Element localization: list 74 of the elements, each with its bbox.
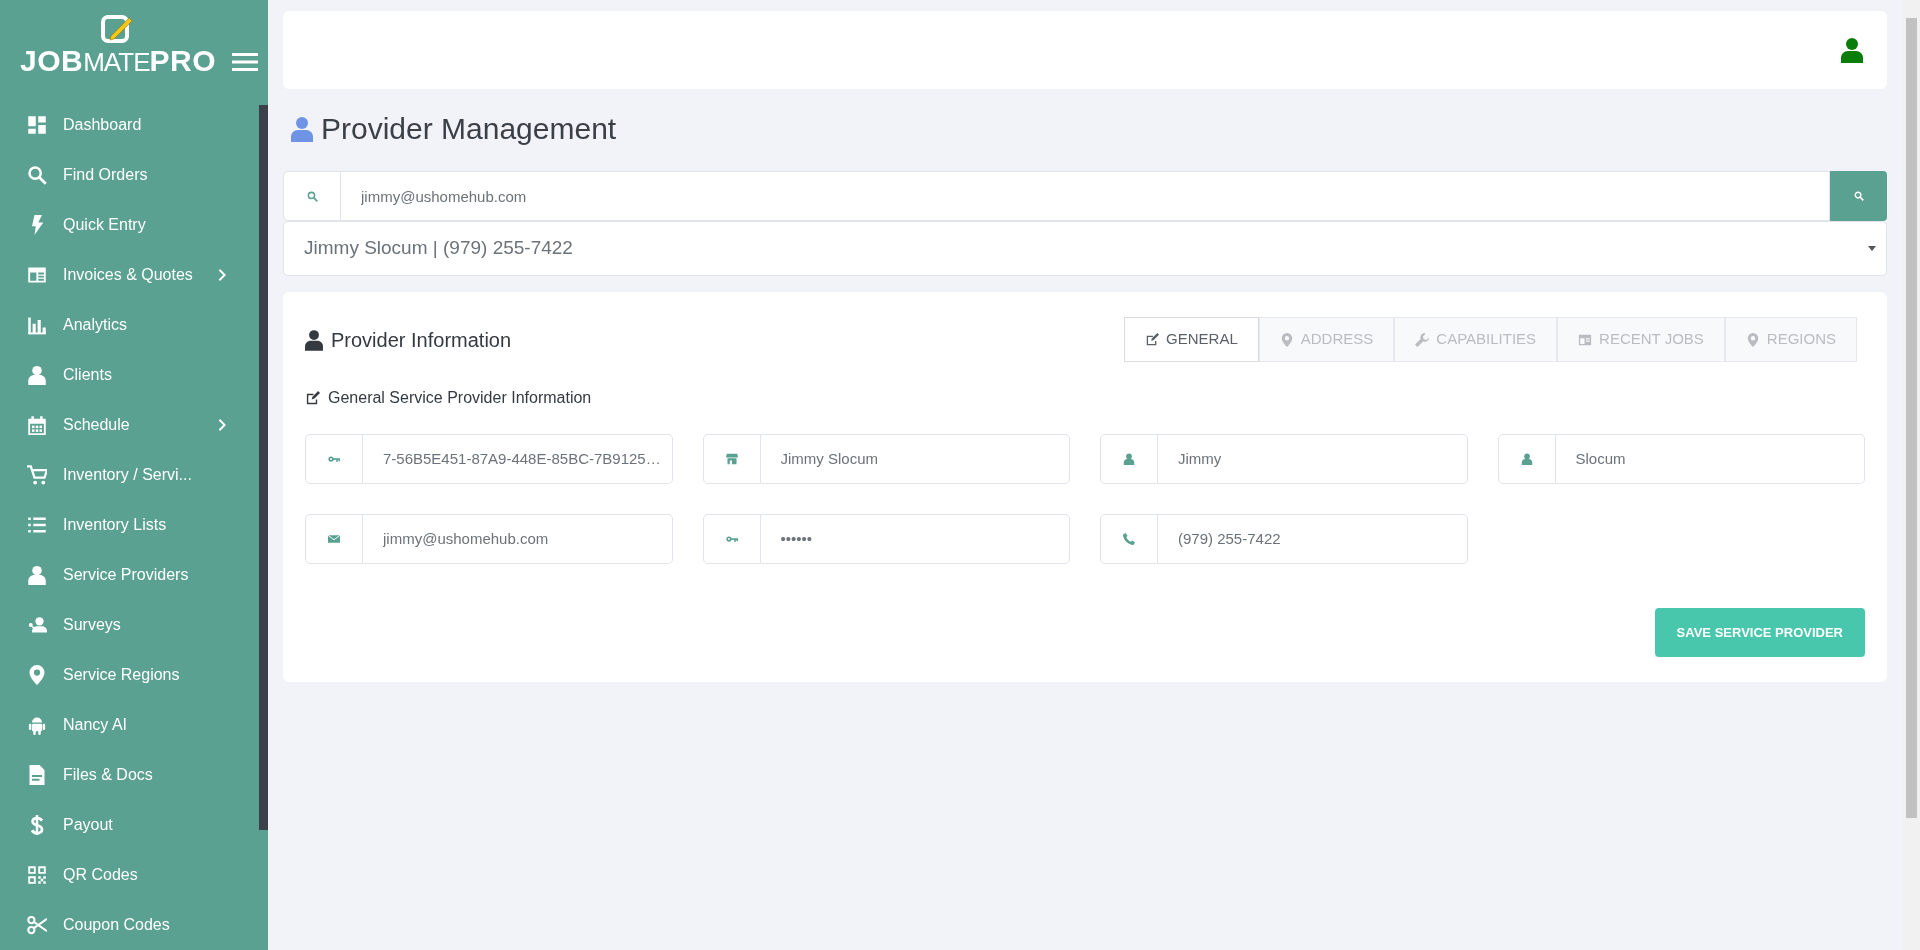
cart-icon [27,465,47,485]
sidebar-item[interactable]: Find Orders [0,150,259,200]
sidebar-item[interactable]: Service Providers [0,550,259,600]
brand-logo[interactable]: JOBMATEPRO [20,46,216,76]
sidebar-item[interactable]: Schedule [0,400,259,450]
envelope-icon [328,533,340,545]
newspaper-icon [1578,332,1593,347]
user-icon [27,565,47,585]
input-field[interactable]: (979) 255-7422 [1158,514,1468,564]
sidebar-item[interactable]: Inventory / Servi... [0,450,259,500]
search-icon [27,165,47,185]
user-icon[interactable] [1841,37,1863,63]
input-field[interactable]: jimmy@ushomehub.com [363,514,673,564]
search-icon [1853,191,1864,201]
search-icon [306,190,318,202]
caret-icon [1868,246,1876,251]
edit-icon [305,391,320,407]
sidebar-item[interactable]: QR Codes [0,850,259,900]
document-icon [27,765,47,785]
sidebar-item[interactable]: Clients [0,350,259,400]
location-pin-icon [27,665,47,685]
sidebar-item[interactable]: Service Regions [0,650,259,700]
phone-icon [1123,533,1135,545]
scrollbar[interactable] [259,105,268,830]
sidebar-item[interactable]: Nancy AI [0,700,259,750]
user-icon [305,328,323,351]
android-robot-icon [27,715,47,735]
edit-icon [1145,332,1160,347]
sidebar-item[interactable]: Surveys [0,600,259,650]
input-field[interactable]: Jimmy [1158,434,1468,484]
bar-chart-icon [27,315,47,335]
card-title: Provider Information [331,327,512,353]
sidebar-item[interactable]: Files & Docs [0,750,259,800]
tab[interactable]: ADDRESS [1258,317,1395,362]
sidebar-item[interactable]: Invoices & Quotes [0,250,259,300]
key-icon [725,533,738,545]
location-pin-icon [1745,332,1760,347]
input-field[interactable]: Jimmy Slocum [760,434,1070,484]
wrench-icon [1415,332,1430,347]
input-field[interactable]: •••••• [760,514,1070,564]
store-icon [725,453,738,465]
qr-code-icon [27,865,47,885]
scrollbar[interactable] [1903,0,1920,950]
location-pin-icon [1279,332,1294,347]
user-icon [1123,453,1135,465]
sidebar-item[interactable]: Coupon Codes [0,900,259,950]
search-field[interactable]: jimmy@ushomehub.com [341,171,1830,221]
tab[interactable]: RECENT JOBS [1557,317,1725,362]
section-title: General Service Provider Information [328,388,592,408]
menu-icon[interactable] [232,52,258,72]
provider-select[interactable]: Jimmy Slocum | (979) 255-7422 [283,221,1887,276]
user-icon [1520,453,1533,465]
list-icon [27,515,47,535]
tab[interactable]: REGIONS [1724,317,1857,362]
tab[interactable]: CAPABILITIES [1394,317,1558,362]
scissors-icon [27,915,47,935]
sidebar-item[interactable]: Quick Entry [0,200,259,250]
page-title: Provider Management [321,111,617,147]
sidebar-item[interactable]: Analytics [0,300,259,350]
search-button[interactable] [1830,171,1887,221]
input-field[interactable]: Slocum [1555,434,1865,484]
save-button[interactable]: SAVE SERVICE PROVIDER [1654,608,1865,657]
sidebar-item[interactable]: Dashboard [0,100,259,150]
key-icon [328,453,340,465]
calendar-icon [27,415,47,435]
user-icon [27,615,47,635]
user-icon [291,116,313,142]
sidebar-item[interactable]: Inventory Lists [0,500,259,550]
sidebar-item[interactable]: Payout [0,800,259,850]
input-field[interactable]: 7-56B5E451-87A9-448E-85BC-7B9125… [363,434,673,484]
user-icon [27,365,47,385]
tab[interactable]: GENERAL [1124,317,1259,362]
dashboard-icon [27,115,47,135]
invoice-icon [27,265,47,285]
